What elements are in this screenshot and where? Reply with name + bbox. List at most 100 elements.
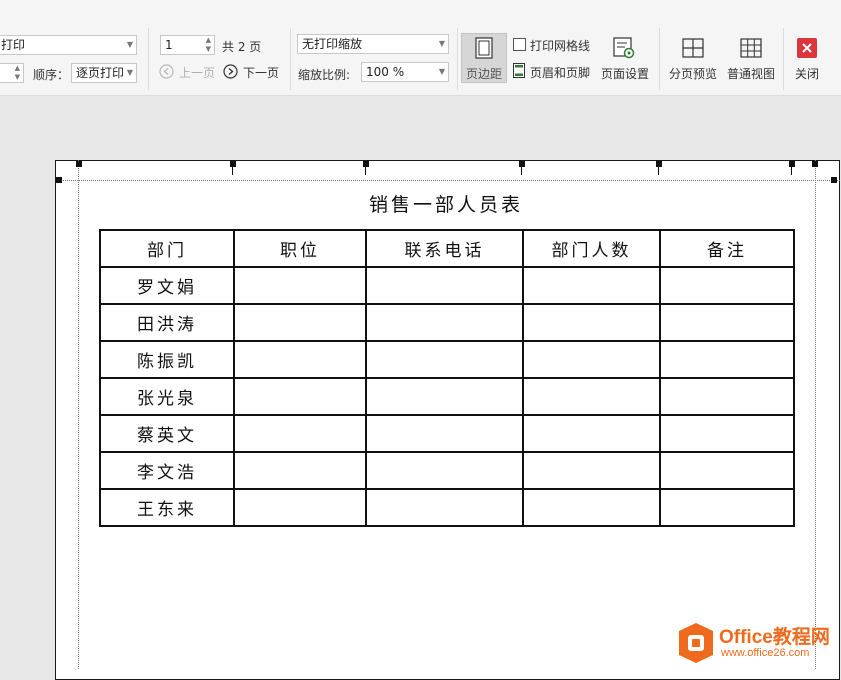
margins-button[interactable]: 页边距 <box>461 33 507 83</box>
normal-view-button[interactable]: 普通视图 <box>724 34 778 82</box>
staff-table: 部门 职位 联系电话 部门人数 备注 罗文娟 田洪涛 陈振凯 张光泉 蔡英文 李… <box>99 229 795 527</box>
toolbar-divider <box>659 28 660 90</box>
checkbox-box <box>513 38 526 51</box>
table-cell: 田洪涛 <box>99 303 235 342</box>
column-header-phone: 联系电话 <box>365 229 524 268</box>
arrow-right-circle-icon <box>223 64 238 79</box>
table-row: 罗文娟 <box>99 266 795 305</box>
next-page-label: 下一页 <box>243 66 280 80</box>
column-tick <box>791 167 792 175</box>
margin-handle[interactable] <box>230 161 236 167</box>
toolbar-divider <box>148 28 149 90</box>
margin-handle[interactable] <box>76 161 82 167</box>
table-cell: 蔡英文 <box>99 414 235 453</box>
toolbar-divider <box>290 28 291 90</box>
table-cell <box>365 488 524 527</box>
page-number-stepper[interactable]: 1 ▲ ▼ <box>160 35 215 55</box>
print-mode-select-value: 打印 <box>1 38 26 52</box>
margins-label: 页边距 <box>465 67 502 81</box>
table-cell: 张光泉 <box>99 377 235 416</box>
column-tick <box>232 167 233 175</box>
toolbar-divider <box>457 28 458 90</box>
table-header-row: 部门 职位 联系电话 部门人数 备注 <box>99 229 795 268</box>
table-cell <box>365 414 524 453</box>
margin-handle[interactable] <box>656 161 662 167</box>
close-button[interactable]: 关闭 <box>789 34 825 82</box>
table-cell <box>659 340 795 379</box>
margin-handle[interactable] <box>812 161 818 167</box>
print-order-select[interactable]: 逐页打印 ▼ <box>71 63 137 83</box>
print-scale-select-value: 无打印缩放 <box>302 37 363 51</box>
order-label: 顺序： <box>33 68 70 82</box>
margin-handle[interactable] <box>519 161 525 167</box>
column-tick <box>658 167 659 175</box>
margins-icon <box>475 37 493 59</box>
table-cell <box>522 377 661 416</box>
margin-handle[interactable] <box>363 161 369 167</box>
margin-handle[interactable] <box>831 177 837 183</box>
header-footer-icon <box>513 63 525 78</box>
header-footer-button[interactable]: 页眉和页脚 <box>513 63 595 81</box>
left-margin-guide[interactable] <box>78 160 79 669</box>
column-header-headcount: 部门人数 <box>522 229 661 268</box>
table-cell <box>233 451 367 490</box>
table-cell <box>365 303 524 342</box>
chevron-down-icon: ▼ <box>126 68 133 77</box>
zoom-label: 缩放比例: <box>298 68 351 82</box>
table-cell <box>659 303 795 342</box>
close-icon <box>797 38 817 58</box>
table-cell <box>233 377 367 416</box>
copies-stepper[interactable]: ▲ ▼ <box>0 63 24 83</box>
table-cell <box>365 377 524 416</box>
column-header-position: 职位 <box>233 229 367 268</box>
sheet-title: 销售一部人员表 <box>368 194 523 216</box>
table-cell <box>522 266 661 305</box>
table-row: 蔡英文 <box>99 414 795 453</box>
chevron-down-icon: ▼ <box>126 40 133 49</box>
print-scale-select[interactable]: 无打印缩放 ▼ <box>297 34 449 54</box>
prev-page-label: 上一页 <box>179 66 216 80</box>
print-mode-select[interactable]: 打印 ▼ <box>0 35 137 55</box>
print-gridlines-label: 打印网格线 <box>530 39 591 53</box>
top-margin-guide[interactable] <box>56 180 840 181</box>
column-tick <box>365 167 366 175</box>
watermark-url: www.office26.com <box>721 647 810 659</box>
stepper-arrows-icon: ▲ ▼ <box>205 36 211 53</box>
page-number-value: 1 <box>165 38 173 52</box>
zoom-select[interactable]: 100 % ▼ <box>361 62 449 82</box>
next-page-button[interactable]: 下一页 <box>223 63 283 81</box>
table-row: 王东来 <box>99 488 795 527</box>
chevron-down-icon: ▼ <box>438 39 445 48</box>
right-margin-guide[interactable] <box>815 160 816 669</box>
print-order-select-value: 逐页打印 <box>76 66 125 80</box>
office26-watermark: Office教程网 www.office26.com <box>676 617 841 669</box>
table-cell <box>522 303 661 342</box>
table-cell <box>522 451 661 490</box>
normal-view-grid-icon <box>740 38 762 58</box>
table-row: 田洪涛 <box>99 303 795 342</box>
total-pages-label: 共 2 页 <box>222 40 262 54</box>
prev-page-button[interactable]: 上一页 <box>159 63 217 81</box>
table-cell <box>522 340 661 379</box>
table-cell <box>233 488 367 527</box>
office-logo-icon <box>679 623 713 663</box>
table-cell <box>365 340 524 379</box>
table-row: 张光泉 <box>99 377 795 416</box>
chevron-down-icon: ▼ <box>438 67 445 76</box>
zoom-select-value: 100 % <box>366 65 405 79</box>
page-setup-button[interactable]: 页面设置 <box>598 34 652 82</box>
print-gridlines-checkbox[interactable]: 打印网格线 <box>513 37 593 53</box>
page-setup-icon <box>613 37 635 59</box>
normal-view-label: 普通视图 <box>726 67 775 81</box>
stepper-arrows-icon: ▲ ▼ <box>14 64 20 81</box>
margin-handle[interactable] <box>789 161 795 167</box>
table-cell: 罗文娟 <box>99 266 235 305</box>
table-cell <box>233 303 367 342</box>
table-cell <box>659 414 795 453</box>
table-cell <box>659 377 795 416</box>
table-row: 李文浩 <box>99 451 795 490</box>
margin-handle[interactable] <box>56 177 62 183</box>
page-break-preview-button[interactable]: 分页预览 <box>666 34 720 82</box>
column-header-department: 部门 <box>99 229 235 268</box>
arrow-left-circle-icon <box>159 64 174 79</box>
